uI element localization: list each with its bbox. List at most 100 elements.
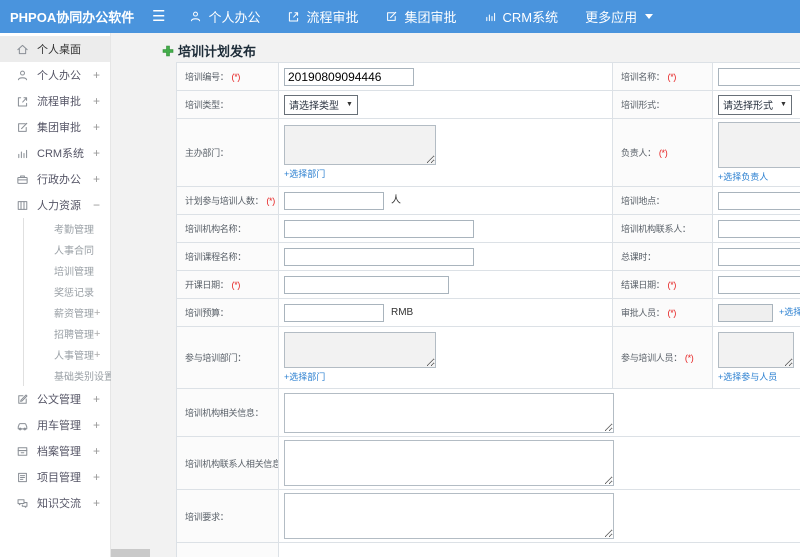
budget-input[interactable] xyxy=(284,303,384,322)
sidebar-subitem-8[interactable]: 基础类别设置+ xyxy=(24,365,120,386)
top-nav-item-5[interactable]: 更多应用 xyxy=(585,7,654,26)
required-mark: (*) xyxy=(231,280,241,290)
required-mark: (*) xyxy=(684,353,694,363)
sidebar-item-1[interactable]: 个人桌面 xyxy=(0,36,110,62)
training-type-select[interactable]: 请选择类型 ▼ xyxy=(284,94,358,115)
host-dept-select-link[interactable]: +选择部门 xyxy=(284,169,325,179)
sidebar-item-12[interactable]: 知识交流 + xyxy=(0,490,110,516)
approver-label-cell: 审批人员： (*) xyxy=(612,298,713,327)
host-dept-label: 主办部门： xyxy=(185,148,229,158)
training-name-label: 培训名称： xyxy=(621,72,665,82)
leader-select-link[interactable]: +选择负责人 xyxy=(718,172,768,182)
training-name-input[interactable] xyxy=(718,67,800,86)
host-dept-textarea[interactable] xyxy=(284,125,436,165)
sidebar: 个人桌面 个人办公 + 流程审批 + 集团审批 + CRM系统 + 行政办公 + 人力资源 − 考勤管理人… xyxy=(0,33,120,557)
sidebar-subitem-label: 考勤管理 xyxy=(54,225,94,236)
course-name-value-cell xyxy=(278,242,613,271)
sidebar-subitem-label: 基础类别设置 xyxy=(54,372,114,383)
sidebar-item-11[interactable]: 项目管理 + xyxy=(0,464,110,490)
sidebar-subitem-7[interactable]: 人事管理 + xyxy=(24,344,110,365)
training-form-select-value: 请选择形式 xyxy=(723,101,773,112)
attachment-value-cell: +附件上传 xyxy=(278,542,800,557)
join-dept-select-link[interactable]: +选择部门 xyxy=(284,372,325,382)
sidebar-item-label: 集团审批 xyxy=(37,122,81,134)
form-row: 附件文档：+附件上传 xyxy=(176,542,800,557)
join-dept-textarea[interactable] xyxy=(284,332,436,368)
page-title-row: 培训计划发布 xyxy=(162,41,256,60)
org-contact-info-textarea[interactable] xyxy=(284,440,614,486)
sidebar-item-4[interactable]: 集团审批 + xyxy=(0,114,110,140)
sidebar-item-10[interactable]: 档案管理 + xyxy=(0,438,110,464)
approver-select-link[interactable]: +选择审批人员 xyxy=(779,307,800,317)
sidebar-item-7[interactable]: 人力资源 − xyxy=(0,192,110,218)
place-input[interactable] xyxy=(718,191,800,210)
sidebar-subitem-5[interactable]: 薪资管理 + xyxy=(24,302,110,323)
top-nav-item-1[interactable]: 个人办公 xyxy=(189,7,260,26)
top-bar: PHPOA协同办公软件 ☰ 个人办公 流程审批 集团审批 CRM系统 更多应用 xyxy=(0,0,800,33)
sidebar-subitem-6[interactable]: 招聘管理 + xyxy=(24,323,110,344)
join-dept-value-cell: +选择部门 xyxy=(278,326,613,389)
sidebar-item-label: 档案管理 xyxy=(37,446,81,458)
sidebar-item-5[interactable]: CRM系统 + xyxy=(0,140,110,166)
org-contact-info-label: 培训机构联系人相关信息： xyxy=(185,458,278,469)
sidebar-item-2[interactable]: 个人办公 + xyxy=(0,62,110,88)
plan-count-input[interactable] xyxy=(284,191,384,210)
sidebar-item-6[interactable]: 行政办公 + xyxy=(0,166,110,192)
org-contact-input[interactable] xyxy=(718,219,800,238)
end-date-input[interactable] xyxy=(718,275,800,294)
training-no-input[interactable] xyxy=(284,67,414,86)
sidebar-subitem-3[interactable]: 培训管理 xyxy=(24,260,110,281)
required-mark: (*) xyxy=(667,280,677,290)
form-row: 开课日期： (*) 结课日期： (*) xyxy=(176,270,800,299)
training-form-select[interactable]: 请选择形式 ▼ xyxy=(718,94,792,115)
user-icon xyxy=(16,69,29,82)
top-nav-label: 流程审批 xyxy=(306,10,359,25)
sidebar-item-label: 项目管理 xyxy=(37,472,81,484)
join-people-label: 参与培训人员： xyxy=(621,353,682,363)
expand-icon: + xyxy=(92,444,100,458)
org-contact-label-cell: 培训机构联系人： xyxy=(612,214,713,243)
approver-input[interactable] xyxy=(718,303,773,322)
sidebar-subitem-2[interactable]: 人事合同 xyxy=(24,239,110,260)
form-row: 培训要求： xyxy=(176,489,800,543)
plan-count-value-cell: 人 xyxy=(278,186,613,215)
course-name-input[interactable] xyxy=(284,247,474,266)
sidebar-item-3[interactable]: 流程审批 + xyxy=(0,88,110,114)
host-dept-label-cell: 主办部门： xyxy=(176,118,279,187)
training-type-label: 培训类型： xyxy=(185,100,229,110)
org-name-input[interactable] xyxy=(284,219,474,238)
form-row: 参与培训部门： +选择部门 参与培训人员： (*) +选择参与人员 xyxy=(176,326,800,389)
leader-textarea[interactable] xyxy=(718,122,800,168)
total-hours-input[interactable] xyxy=(718,247,800,266)
form-row: 培训预算： RMB 审批人员：(*) +选择审批人员 xyxy=(176,298,800,327)
sidebar-subitem-label: 薪资管理 xyxy=(54,309,94,320)
flow-approve-icon xyxy=(16,95,29,108)
total-hours-value-cell xyxy=(712,242,800,271)
top-nav-item-2[interactable]: 流程审批 xyxy=(287,7,358,26)
sidebar-subitem-1[interactable]: 考勤管理 xyxy=(24,218,110,239)
top-nav-item-3[interactable]: 集团审批 xyxy=(385,7,457,26)
brand-title: PHPOA协同办公软件 xyxy=(10,10,135,25)
join-people-textarea[interactable] xyxy=(718,332,794,368)
end-date-label: 结课日期： xyxy=(621,280,665,290)
sidebar-item-9[interactable]: 用车管理 + xyxy=(0,412,110,438)
training-no-label-cell: 培训编号： (*) xyxy=(176,62,279,91)
chat-icon xyxy=(16,497,29,510)
join-people-select-link[interactable]: +选择参与人员 xyxy=(718,372,777,382)
form-row: 计划参与培训人数： (*) 人 培训地点： xyxy=(176,186,800,215)
training-require-textarea[interactable] xyxy=(284,493,614,539)
document-edit-icon xyxy=(16,393,29,406)
org-name-value-cell xyxy=(278,214,613,243)
sidebar-item-8[interactable]: 公文管理 + xyxy=(0,386,110,412)
expand-icon: + xyxy=(92,418,100,432)
start-date-input[interactable] xyxy=(284,275,449,294)
org-name-label: 培训机构名称： xyxy=(185,224,246,234)
training-no-label: 培训编号： xyxy=(185,72,229,82)
org-info-textarea[interactable] xyxy=(284,392,614,433)
training-require-label: 培训要求： xyxy=(185,511,229,522)
hamburger-menu-icon[interactable]: ☰ xyxy=(152,9,165,24)
sidebar-subitem-4[interactable]: 奖惩记录 xyxy=(24,281,110,302)
top-nav-item-4[interactable]: CRM系统 xyxy=(484,7,558,26)
budget-unit: RMB xyxy=(391,306,414,318)
horizontal-scrollbar-thumb[interactable] xyxy=(111,549,150,557)
